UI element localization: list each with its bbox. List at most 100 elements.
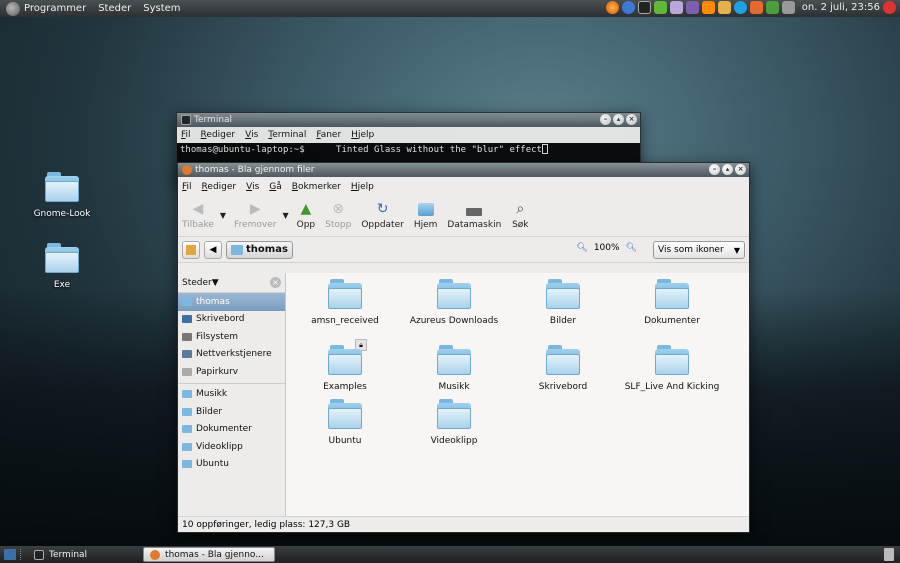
reload-button[interactable]: ↻ Oppdater: [361, 201, 404, 230]
home-folder-icon: [417, 201, 435, 217]
zoom-level[interactable]: 100%: [594, 243, 620, 253]
clock[interactable]: on. 2 juli, 23:56: [802, 2, 880, 13]
show-desktop-icon[interactable]: [4, 549, 16, 560]
sidebar-item-trash[interactable]: Papirkurv: [178, 363, 285, 381]
menu-item[interactable]: Fil: [182, 182, 192, 192]
computer-icon: [465, 201, 483, 217]
terminal-icon[interactable]: [637, 1, 651, 14]
maximize-button[interactable]: ▴: [722, 164, 733, 175]
notes-icon[interactable]: [669, 1, 683, 14]
status-bar: 10 oppføringer, ledig plass: 127,3 GB: [178, 516, 749, 532]
forward-history-dropdown[interactable]: ▼: [282, 211, 288, 220]
close-sidebar-icon[interactable]: ×: [270, 277, 281, 288]
breadcrumb-home[interactable]: thomas: [226, 240, 293, 259]
search-button[interactable]: ⌕ Søk: [511, 201, 529, 230]
gem-icon[interactable]: [653, 1, 667, 14]
menu-item[interactable]: Gå: [269, 182, 282, 192]
maximize-button[interactable]: ▴: [613, 114, 624, 125]
close-button[interactable]: ×: [626, 114, 637, 125]
menu-places[interactable]: Steder: [98, 3, 131, 14]
menu-item[interactable]: Terminal: [268, 130, 306, 140]
network-icon[interactable]: [765, 1, 779, 14]
desktop-icon-exe[interactable]: Exe: [22, 243, 102, 290]
folder-icon: [182, 460, 192, 469]
firefox-icon[interactable]: [605, 1, 619, 14]
toggle-location-button[interactable]: [182, 240, 200, 259]
close-button[interactable]: ×: [735, 164, 746, 175]
sidebar-item-bookmark[interactable]: Dokumenter: [178, 421, 285, 439]
minimize-button[interactable]: –: [600, 114, 611, 125]
text-cursor: [541, 144, 548, 154]
folder-icon: [546, 279, 580, 309]
zoom-control: 🔍︎ 100% 🔍︎: [576, 243, 637, 253]
forward-button[interactable]: ▶ Fremover: [234, 201, 276, 230]
menu-item[interactable]: Vis: [245, 130, 258, 140]
pidgin-icon[interactable]: [685, 1, 699, 14]
file-item[interactable]: Dokumenter: [622, 279, 722, 326]
sidebar-item-filesystem[interactable]: Filsystem: [178, 328, 285, 346]
arrow-up-icon: ▲: [300, 201, 312, 217]
menu-item[interactable]: Hjelp: [351, 182, 374, 192]
file-item[interactable]: Azureus Downloads: [404, 279, 504, 326]
zoom-out-icon[interactable]: 🔍︎: [576, 243, 587, 253]
menu-applications[interactable]: Programmer: [24, 3, 86, 14]
file-item[interactable]: Ubuntu: [295, 399, 395, 446]
vlc-icon[interactable]: [701, 1, 715, 14]
volume-icon[interactable]: [781, 1, 795, 14]
menu-item[interactable]: Fil: [181, 130, 191, 140]
menu-item[interactable]: Hjelp: [351, 130, 374, 140]
file-item[interactable]: SLF_Live And Kicking: [622, 345, 722, 392]
file-item[interactable]: 🔒︎ Examples: [295, 339, 395, 392]
sidebar-item-bookmark[interactable]: Musikk: [178, 386, 285, 404]
stop-icon: ⊗: [332, 201, 345, 217]
window-title: Terminal: [194, 115, 233, 125]
file-browser-titlebar[interactable]: thomas - Bla gjennom filer – ▴ ×: [178, 163, 749, 177]
sidebar-item-home[interactable]: thomas: [178, 293, 285, 311]
path-back-button[interactable]: ◀: [204, 240, 222, 259]
trash-icon[interactable]: [884, 548, 894, 561]
up-button[interactable]: ▲ Opp: [297, 201, 316, 230]
power-icon[interactable]: [883, 1, 896, 14]
sidebar-item-bookmark[interactable]: Bilder: [178, 403, 285, 421]
menu-item[interactable]: Rediger: [201, 130, 236, 140]
sidebar-type-select[interactable]: Steder▼: [182, 278, 219, 288]
sidebar-item-bookmark[interactable]: Ubuntu: [178, 456, 285, 474]
minimize-button[interactable]: –: [709, 164, 720, 175]
skype-icon[interactable]: [733, 1, 747, 14]
back-button[interactable]: ◀ Tilbake: [182, 201, 214, 230]
menu-item[interactable]: Vis: [246, 182, 259, 192]
desktop-icon-gnome-look[interactable]: Gnome-Look: [22, 172, 102, 219]
bottom-panel: Terminal thomas - Bla gjenno...: [0, 546, 900, 563]
terminal-menubar: Fil Rediger Vis Terminal Faner Hjelp: [177, 127, 640, 143]
folder-icon: [182, 407, 192, 416]
reload-icon: ↻: [376, 201, 389, 217]
sidebar-item-network[interactable]: Nettverkstjenere: [178, 346, 285, 364]
file-item[interactable]: Videoklipp: [404, 399, 504, 446]
menu-item[interactable]: Rediger: [202, 182, 237, 192]
taskbar-item-file-browser[interactable]: thomas - Bla gjenno...: [143, 547, 276, 562]
home-button[interactable]: Hjem: [414, 201, 437, 230]
menu-system[interactable]: System: [143, 3, 180, 14]
gnome-foot-icon[interactable]: [6, 1, 20, 16]
taskbar-item-terminal[interactable]: Terminal: [28, 547, 93, 562]
zoom-in-icon[interactable]: 🔍︎: [626, 243, 637, 253]
stop-button[interactable]: ⊗ Stopp: [325, 201, 351, 230]
sidebar-item-desktop[interactable]: Skrivebord: [178, 311, 285, 329]
view-mode-select[interactable]: Vis som ikoner ▼: [653, 241, 745, 259]
file-item[interactable]: amsn_received: [295, 279, 395, 326]
menu-item[interactable]: Faner: [316, 130, 341, 140]
computer-button[interactable]: Datamaskin: [447, 201, 501, 230]
menu-item[interactable]: Bokmerker: [292, 182, 341, 192]
file-item[interactable]: Bilder: [513, 279, 613, 326]
back-history-dropdown[interactable]: ▼: [220, 211, 226, 220]
users-icon[interactable]: [717, 1, 731, 14]
sidebar-item-bookmark[interactable]: Videoklipp: [178, 438, 285, 456]
folder-icon: [546, 345, 580, 375]
terminal-titlebar[interactable]: Terminal – ▴ ×: [177, 113, 640, 127]
folder-icon: [45, 172, 79, 202]
update-icon[interactable]: [749, 1, 763, 14]
help-icon[interactable]: [621, 1, 635, 14]
file-item[interactable]: Skrivebord: [513, 345, 613, 392]
file-item[interactable]: Musikk: [404, 345, 504, 392]
folder-icon: [328, 399, 362, 429]
